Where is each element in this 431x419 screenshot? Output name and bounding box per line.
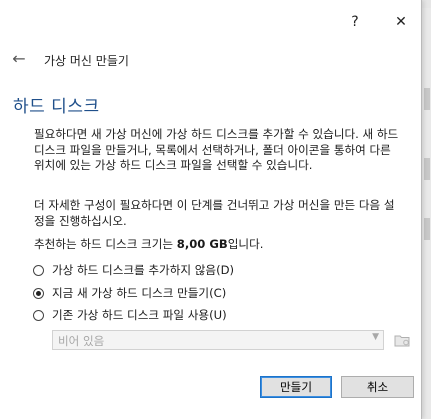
radio-button[interactable] [33, 309, 44, 321]
radio-button-selected[interactable] [33, 287, 44, 299]
option-label: 기존 가상 하드 디스크 파일 사용(U) [52, 308, 227, 322]
back-button[interactable]: ← [8, 48, 30, 70]
cancel-button[interactable]: 취소 [341, 376, 414, 398]
create-button[interactable]: 만들기 [260, 376, 332, 398]
background-tile [424, 158, 430, 180]
option-label: 가상 하드 디스크를 추가하지 않음(D) [52, 263, 235, 277]
option-create-new-disk[interactable]: 지금 새 가상 하드 디스크 만들기(C) [33, 284, 226, 302]
recommended-size-prefix: 추천하는 하드 디스크 크기는 [34, 237, 177, 251]
chevron-down-icon: ▼ [372, 332, 379, 342]
radio-button[interactable] [33, 264, 44, 276]
recommended-size-text: 추천하는 하드 디스크 크기는 8,00 GB입니다. [34, 237, 404, 253]
titlebar: ? ✕ [0, 8, 421, 36]
recommended-size-suffix: 입니다. [227, 237, 264, 251]
wizard-header: ← 가상 머신 만들기 [0, 40, 421, 78]
background-tile [424, 218, 430, 240]
existing-disk-select[interactable]: 비어 있음 ▼ [52, 330, 384, 350]
recommended-size-value: 8,00 GB [176, 237, 228, 251]
select-value: 비어 있음 [58, 334, 105, 348]
background-app-edge [421, 8, 431, 419]
background-tile [424, 88, 430, 110]
help-button[interactable]: ? [340, 8, 370, 36]
arrow-left-icon: ← [12, 49, 26, 68]
help-icon: ? [351, 14, 359, 30]
close-icon: ✕ [395, 14, 407, 30]
option-label: 지금 새 가상 하드 디스크 만들기(C) [52, 286, 227, 300]
wizard-title: 가상 머신 만들기 [44, 54, 129, 68]
close-button[interactable]: ✕ [386, 8, 416, 36]
wizard-dialog: ? ✕ ← 가상 머신 만들기 하드 디스크 필요하다면 새 가상 머신에 가상… [0, 0, 422, 419]
description-text: 필요하다면 새 가상 머신에 가상 하드 디스크를 추가할 수 있습니다. 새 … [34, 127, 399, 172]
option-no-disk[interactable]: 가상 하드 디스크를 추가하지 않음(D) [33, 261, 234, 279]
folder-icon [394, 335, 410, 347]
option-use-existing-disk[interactable]: 기존 가상 하드 디스크 파일 사용(U) [33, 306, 227, 324]
page-title: 하드 디스크 [13, 97, 100, 117]
choose-disk-file-button[interactable] [392, 330, 412, 350]
advanced-hint-text: 더 자세한 구성이 필요하다면 이 단계를 건너뛰고 가상 머신을 만든 다음 … [34, 198, 395, 228]
